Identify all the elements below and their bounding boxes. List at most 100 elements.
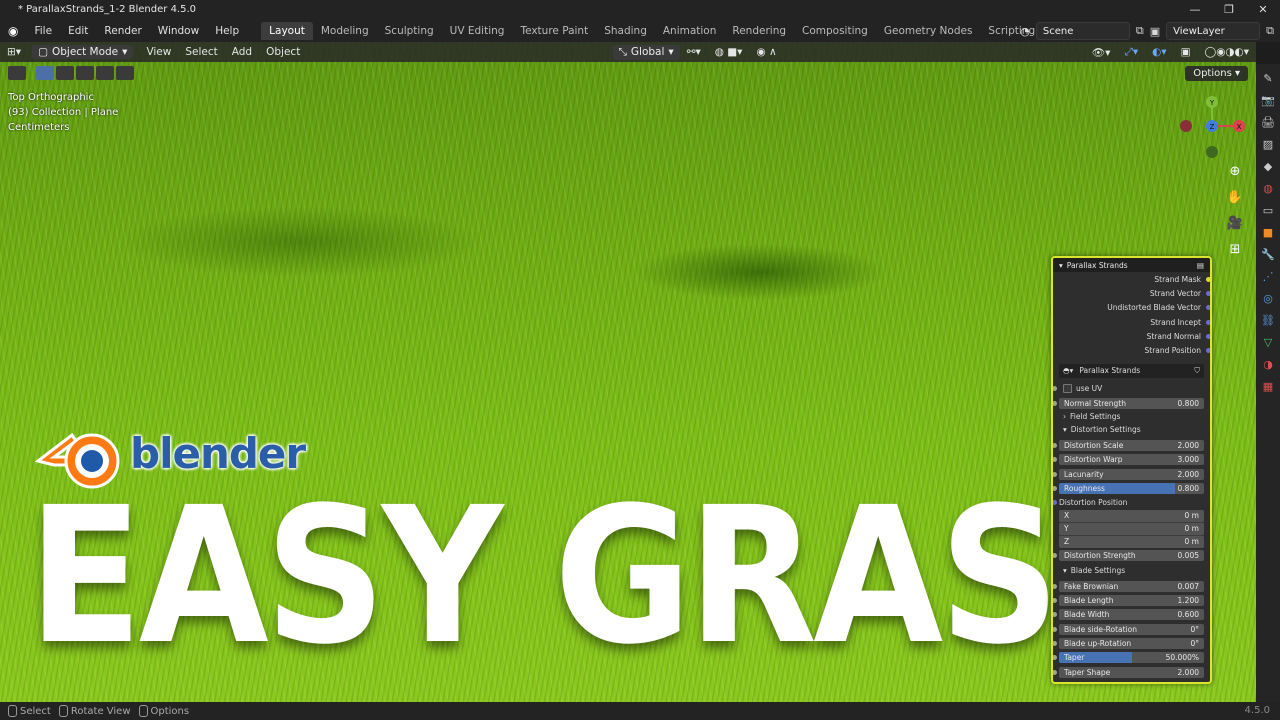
roughness-field[interactable]: Roughness 0.800: [1059, 482, 1204, 494]
close-button[interactable]: ✕: [1246, 0, 1280, 19]
select-new-button[interactable]: [36, 66, 54, 80]
taper-shape-field[interactable]: Taper Shape 2.000: [1059, 666, 1204, 678]
socket[interactable]: [1053, 471, 1057, 477]
distortion-settings-panel[interactable]: ▾ Distortion Settings: [1053, 423, 1210, 436]
menu-render[interactable]: Render: [96, 25, 149, 37]
select-invert-button[interactable]: [96, 66, 114, 80]
tab-rendering[interactable]: Rendering: [724, 22, 794, 40]
select-intersect-button[interactable]: [116, 66, 134, 80]
socket[interactable]: [1206, 319, 1210, 325]
modifier-properties-icon[interactable]: 🔧: [1260, 246, 1276, 262]
constraints-properties-icon[interactable]: ⛓: [1260, 312, 1276, 328]
snap-icon[interactable]: ◍ ■▾: [708, 46, 750, 58]
collapse-chevron-icon[interactable]: ▾: [1059, 261, 1063, 270]
menu-add[interactable]: Add: [225, 46, 259, 58]
3d-viewport[interactable]: ⊞▾ ▢ Object Mode ▾ View Select Add Object …: [0, 42, 1256, 702]
pin-icon[interactable]: ⧉: [1136, 24, 1144, 38]
position-z-field[interactable]: Z0 m: [1059, 535, 1204, 548]
socket[interactable]: [1053, 640, 1057, 646]
mode-dropdown[interactable]: ▢ Object Mode ▾: [32, 45, 134, 59]
gizmo-neg-y-axis[interactable]: [1206, 146, 1218, 158]
socket[interactable]: [1206, 276, 1210, 282]
use-uv-checkbox[interactable]: [1063, 384, 1072, 394]
fake-user-shield-icon[interactable]: ⛉: [1194, 366, 1200, 376]
view-layer-field[interactable]: ViewLayer: [1166, 22, 1261, 40]
socket[interactable]: [1053, 583, 1057, 589]
tab-animation[interactable]: Animation: [655, 22, 725, 40]
blade-up-rotation-field[interactable]: Blade up-Rotation 0°: [1059, 637, 1204, 649]
pan-hand-icon[interactable]: ✋: [1226, 188, 1244, 206]
data-properties-icon[interactable]: ▽: [1260, 334, 1276, 350]
socket[interactable]: [1053, 655, 1057, 661]
camera-view-icon[interactable]: 🎥: [1226, 214, 1244, 232]
render-properties-icon[interactable]: 📷: [1260, 92, 1276, 108]
socket[interactable]: [1053, 598, 1057, 604]
position-x-field[interactable]: X0 m: [1059, 509, 1204, 522]
select-subtract-button[interactable]: [76, 66, 94, 80]
socket[interactable]: [1206, 305, 1210, 311]
tab-sculpting[interactable]: Sculpting: [377, 22, 442, 40]
scene-field[interactable]: Scene: [1035, 22, 1130, 40]
socket[interactable]: [1053, 500, 1057, 506]
distortion-warp-field[interactable]: Distortion Warp 3.000: [1059, 454, 1204, 466]
collection-properties-icon[interactable]: ▭: [1260, 202, 1276, 218]
socket[interactable]: [1053, 552, 1057, 558]
gizmo-toggle-icon[interactable]: ⤢▾: [1117, 46, 1145, 59]
blade-width-field[interactable]: Blade Width 0.600: [1059, 609, 1204, 621]
blender-logo-icon[interactable]: ◉: [0, 24, 26, 38]
field-settings-panel[interactable]: › Field Settings: [1053, 410, 1210, 423]
socket[interactable]: [1053, 443, 1057, 449]
overlay-toggle-icon[interactable]: ◐▾: [1145, 46, 1173, 58]
tab-shading[interactable]: Shading: [596, 22, 655, 40]
options-dropdown[interactable]: Options ▾: [1185, 66, 1248, 81]
texture-properties-icon[interactable]: ▦: [1260, 378, 1276, 394]
socket[interactable]: [1206, 333, 1210, 339]
position-y-field[interactable]: Y0 m: [1059, 522, 1204, 535]
fake-brownian-field[interactable]: Fake Brownian 0.007: [1059, 580, 1204, 592]
menu-window[interactable]: Window: [150, 25, 207, 37]
gizmo-neg-x-axis[interactable]: [1180, 120, 1192, 132]
menu-select[interactable]: Select: [178, 46, 224, 58]
parallax-strands-node[interactable]: ▾ Parallax Strands ▤ Strand Mask Strand …: [1051, 256, 1212, 684]
blade-settings-panel[interactable]: ▾ Blade Settings: [1053, 564, 1210, 577]
taper-field[interactable]: Taper 50.000%: [1059, 652, 1204, 664]
menu-object[interactable]: Object: [259, 46, 307, 58]
distortion-scale-field[interactable]: Distortion Scale 2.000: [1059, 440, 1204, 452]
socket[interactable]: [1053, 669, 1057, 675]
tab-geometry-nodes[interactable]: Geometry Nodes: [876, 22, 981, 40]
navigation-gizmo[interactable]: Y Z X: [1178, 88, 1248, 158]
output-properties-icon[interactable]: 🖨: [1260, 114, 1276, 130]
tab-modeling[interactable]: Modeling: [313, 22, 377, 40]
minimize-button[interactable]: —: [1178, 0, 1212, 19]
normal-strength-field[interactable]: Normal Strength 0.800: [1059, 397, 1204, 409]
socket[interactable]: [1053, 626, 1057, 632]
blade-length-field[interactable]: Blade Length 1.200: [1059, 595, 1204, 607]
view-layer-options-icon[interactable]: ⧉: [1266, 24, 1274, 38]
proportional-edit-icon[interactable]: ◉ ∧: [749, 46, 783, 58]
menu-help[interactable]: Help: [207, 25, 247, 37]
maximize-button[interactable]: ❐: [1212, 0, 1246, 19]
socket[interactable]: [1206, 348, 1210, 354]
socket[interactable]: [1053, 400, 1057, 406]
pivot-icon[interactable]: ⚯▾: [680, 46, 708, 58]
zoom-icon[interactable]: ⊕: [1226, 162, 1244, 180]
material-properties-icon[interactable]: ◑: [1260, 356, 1276, 372]
node-group-selector[interactable]: ◓▾ Parallax Strands ⛉: [1059, 363, 1204, 378]
ortho-grid-icon[interactable]: ⊞: [1226, 240, 1244, 258]
lacunarity-field[interactable]: Lacunarity 2.000: [1059, 468, 1204, 480]
view-layer-properties-icon[interactable]: ▨: [1260, 136, 1276, 152]
socket[interactable]: [1053, 485, 1057, 491]
socket[interactable]: [1206, 290, 1210, 296]
tab-texture-paint[interactable]: Texture Paint: [512, 22, 596, 40]
blade-side-rotation-field[interactable]: Blade side-Rotation 0°: [1059, 623, 1204, 635]
select-tool-button[interactable]: [8, 66, 26, 80]
node-header[interactable]: ▾ Parallax Strands ▤: [1053, 258, 1210, 272]
tool-properties-icon[interactable]: ✎: [1260, 70, 1276, 86]
socket[interactable]: [1053, 457, 1057, 463]
tab-layout[interactable]: Layout: [261, 22, 313, 40]
tab-compositing[interactable]: Compositing: [794, 22, 876, 40]
visibility-icon[interactable]: 👁▾: [1085, 46, 1118, 59]
physics-properties-icon[interactable]: ◎: [1260, 290, 1276, 306]
object-properties-icon[interactable]: ■: [1260, 224, 1276, 240]
orientation-dropdown[interactable]: ⤡ Global ▾: [612, 44, 680, 60]
